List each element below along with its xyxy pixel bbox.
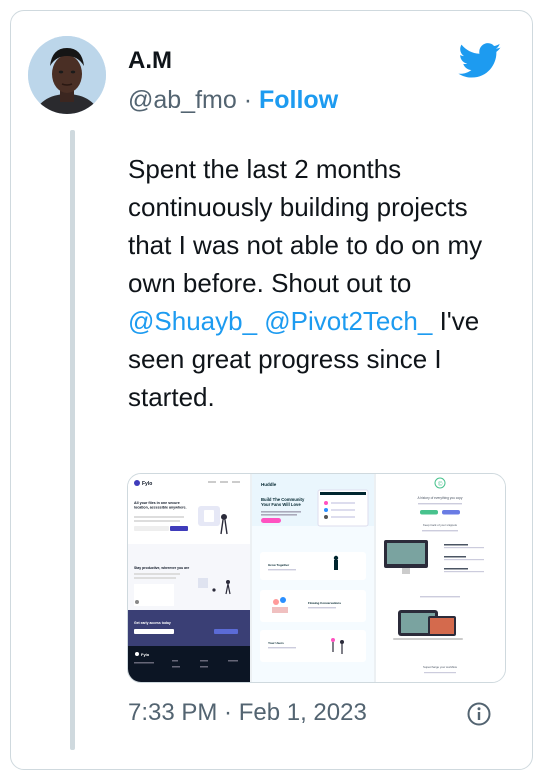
mention-shuayb[interactable]: @Shuayb_ <box>128 306 257 336</box>
author-handle[interactable]: @ab_fmo <box>128 86 237 114</box>
clipboard-subhead: Keep track of your snippets <box>423 523 457 527</box>
tweet-text-part1: Spent the last 2 months continuously bui… <box>128 154 483 298</box>
svg-text:All your files in one secure: All your files in one secure location, a… <box>134 501 187 510</box>
tweet-media-image[interactable]: Fylo All your files in one secure locati… <box>127 473 506 683</box>
tweet-text: Spent the last 2 months continuously bui… <box>128 150 500 416</box>
huddle-logo: Huddle <box>261 482 277 487</box>
fylo-cta: Get early access today <box>134 621 171 625</box>
svg-text:©: © <box>438 481 443 488</box>
twitter-bird-icon[interactable] <box>458 43 502 79</box>
huddle-feature-3: Your Users <box>268 641 284 645</box>
huddle-feature-2: Flowing Conversations <box>308 601 341 605</box>
media-panel-fylo: Fylo All your files in one secure locati… <box>128 474 250 682</box>
info-icon[interactable] <box>466 701 492 727</box>
avatar[interactable] <box>28 36 106 114</box>
clipboard-headline: A history of everything you copy <box>417 496 462 500</box>
tweet-timestamp[interactable]: 7:33 PM · Feb 1, 2023 <box>128 699 367 727</box>
media-panel-huddle: Huddle Build The Community Your Fans Wil… <box>252 474 374 682</box>
fylo-logo: Fylo <box>142 481 152 487</box>
mention-pivot2tech[interactable]: @Pivot2Tech_ <box>264 306 432 336</box>
svg-text:Build The Community Yo: Build The Community Your Fans Will Love <box>261 497 305 507</box>
clipboard-bottom: Supercharge your workflow <box>423 665 458 669</box>
huddle-feature-1: Grow Together <box>268 563 290 567</box>
separator: · <box>243 86 253 114</box>
author-handle-row: @ab_fmo · Follow <box>128 86 338 115</box>
thread-line <box>70 130 75 750</box>
media-panel-clipboard: © A history of everything you copy Keep … <box>376 474 505 682</box>
fylo-subhead: Stay productive, wherever you are <box>134 566 189 570</box>
svg-text:Fylo: Fylo <box>141 652 150 657</box>
follow-button[interactable]: Follow <box>259 86 338 114</box>
author-name[interactable]: A.M <box>128 47 172 75</box>
